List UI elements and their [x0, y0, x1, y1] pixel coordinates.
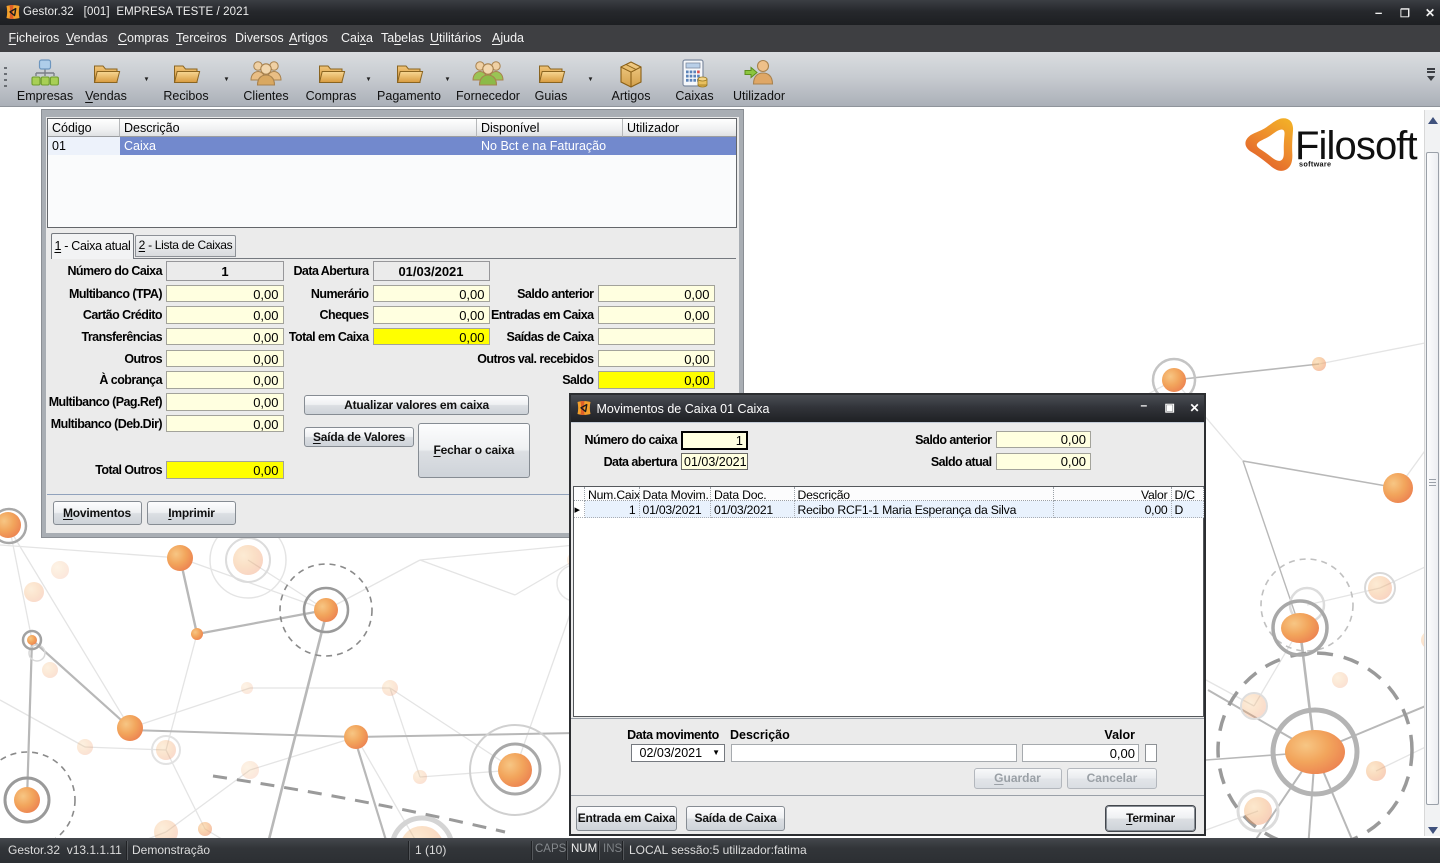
svg-text:software: software	[1299, 160, 1331, 169]
